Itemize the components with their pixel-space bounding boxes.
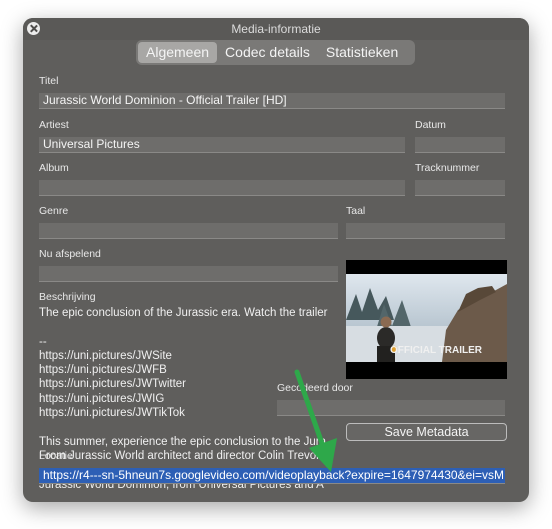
artist-field[interactable]: Universal Pictures — [39, 137, 405, 153]
language-field[interactable] — [346, 223, 505, 239]
now-playing-label: Nu afspelend — [39, 248, 101, 260]
date-field[interactable] — [415, 137, 505, 153]
title-field[interactable]: Jurassic World Dominion - Official Trail… — [39, 93, 505, 109]
tab-general[interactable]: Algemeen — [138, 42, 218, 63]
title-bar: Media-informatie — [23, 18, 529, 40]
window-title: Media-informatie — [231, 22, 321, 36]
tab-bar: Algemeen Codec details Statistieken — [136, 40, 415, 65]
artwork-caption: OFFICIAL TRAILER — [390, 345, 483, 356]
language-label: Taal — [346, 205, 366, 217]
album-label: Album — [39, 162, 69, 174]
description-label: Beschrijving — [39, 291, 96, 303]
description-line — [39, 320, 339, 334]
description-line: The epic conclusion of the Jurassic era.… — [39, 307, 328, 319]
track-number-label: Tracknummer — [415, 162, 480, 174]
media-info-window: Media-informatie Algemeen Codec details … — [23, 18, 529, 502]
artwork-scene: OFFICIAL TRAILER — [346, 260, 507, 379]
description-line: -- — [39, 335, 47, 348]
location-label: Locatie — [39, 450, 73, 462]
artist-label: Artiest — [39, 119, 69, 131]
location-field[interactable]: https://r4---sn-5hneun7s.googlevideo.com… — [39, 468, 505, 484]
tab-statistics[interactable]: Statistieken — [318, 42, 406, 63]
green-arrow-icon — [294, 369, 337, 472]
track-number-field[interactable] — [415, 180, 505, 196]
title-label: Titel — [39, 75, 59, 87]
album-field[interactable] — [39, 180, 405, 196]
genre-label: Genre — [39, 205, 69, 217]
description-line: https://uni.pictures/JWSite — [39, 349, 172, 362]
genre-field[interactable] — [39, 223, 338, 239]
save-metadata-button[interactable]: Save Metadata — [346, 423, 507, 441]
now-playing-field[interactable] — [39, 266, 338, 282]
date-label: Datum — [415, 119, 446, 131]
artwork-image: OFFICIAL TRAILER — [346, 260, 507, 379]
tab-codec-details[interactable]: Codec details — [217, 42, 318, 63]
